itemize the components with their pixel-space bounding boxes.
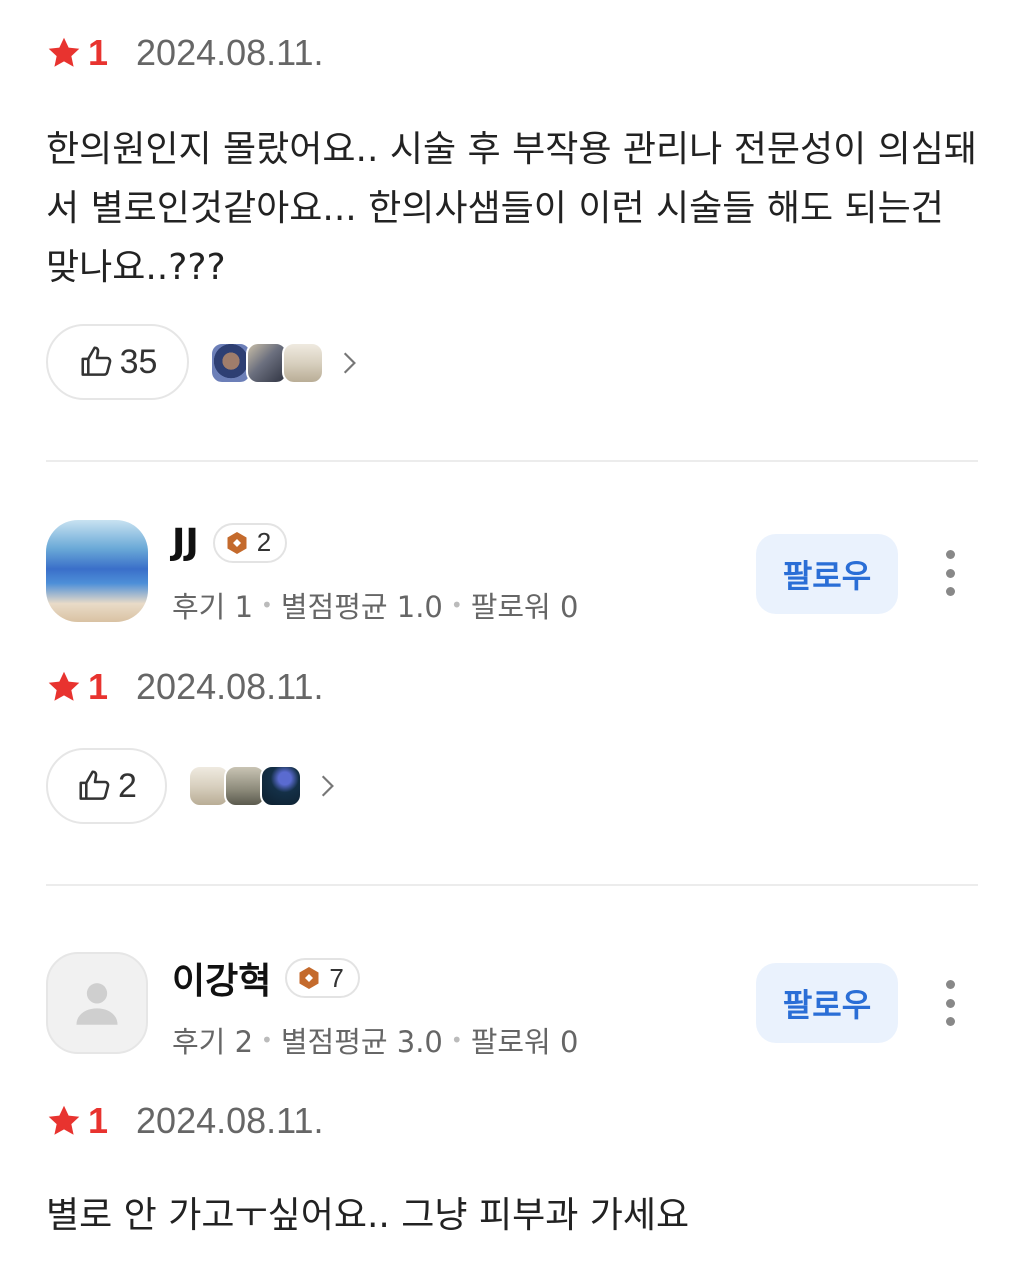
level-number: 7 [329,962,344,993]
user-avatar[interactable] [46,952,148,1054]
review-date: 2024.08.11. [136,32,324,73]
user-stats: 후기 2 • 별점평균 3.0 • 팔로워 0 [172,1019,578,1061]
thumbs-up-icon [81,346,111,376]
review-rating-row: 1 2024.08.11. [46,28,324,78]
user-header: 이강혁 7 [172,952,360,1004]
review-text: 별로 안 가고ㅜ싶어요.. 그냥 피부과 가세요 [46,1195,690,1236]
user-stats: 후기 1 • 별점평균 1.0 • 팔로워 0 [172,584,578,626]
level-number: 2 [256,527,272,557]
liker-avatars[interactable] [210,342,362,384]
rating-value: 1 [88,1100,109,1141]
follow-button[interactable]: 팔로우 [756,963,898,1043]
liker-avatar [282,342,324,384]
separator-dot: • [261,593,273,617]
more-vertical-icon[interactable] [940,980,960,1026]
star-icon [46,35,82,71]
review-text: 한의원인지 몰랐어요.. 시술 후 부작용 관리나 전문성이 의심돼서 별로인것… [46,129,977,288]
level-badge: 2 [212,522,288,563]
follower-count: 팔로워 0 [470,590,579,624]
more-vertical-icon[interactable] [940,550,960,596]
level-badge-icon [299,967,319,989]
like-button[interactable]: 2 [46,748,167,824]
follower-count: 팔로워 0 [470,1025,579,1059]
star-icon [46,1103,82,1139]
divider [46,460,978,462]
level-badge: 7 [285,958,360,998]
user-avatar[interactable] [46,520,148,622]
review-date: 2024.08.11. [136,666,324,707]
liker-avatars[interactable] [188,765,340,807]
user-header: JJ 2 [172,522,288,563]
like-button[interactable]: 35 [46,324,189,400]
divider [46,884,978,886]
person-icon [76,983,118,1025]
separator-dot: • [261,1028,273,1052]
chevron-right-icon [321,775,334,797]
star-icon [46,669,82,705]
review-count: 후기 1 [172,590,254,624]
review-count: 후기 2 [172,1025,254,1059]
like-count: 35 [119,342,158,381]
user-name[interactable]: 이강혁 [172,952,271,1004]
review-rating-row: 1 2024.08.11. [46,1096,324,1146]
separator-dot: • [450,1028,463,1052]
level-badge-icon [227,531,247,554]
average-rating: 별점평균 3.0 [280,1025,443,1059]
review-date: 2024.08.11. [136,1100,324,1141]
separator-dot: • [450,593,463,617]
like-count: 2 [118,766,137,805]
rating-value: 1 [88,32,109,73]
review-rating-row: 1 2024.08.11. [46,662,324,712]
rating-value: 1 [88,666,109,707]
thumbs-up-icon [79,770,110,800]
liker-avatar [260,765,302,807]
follow-button[interactable]: 팔로우 [756,534,898,614]
user-name[interactable]: JJ [172,522,199,563]
chevron-right-icon [343,352,356,374]
average-rating: 별점평균 1.0 [280,590,443,624]
